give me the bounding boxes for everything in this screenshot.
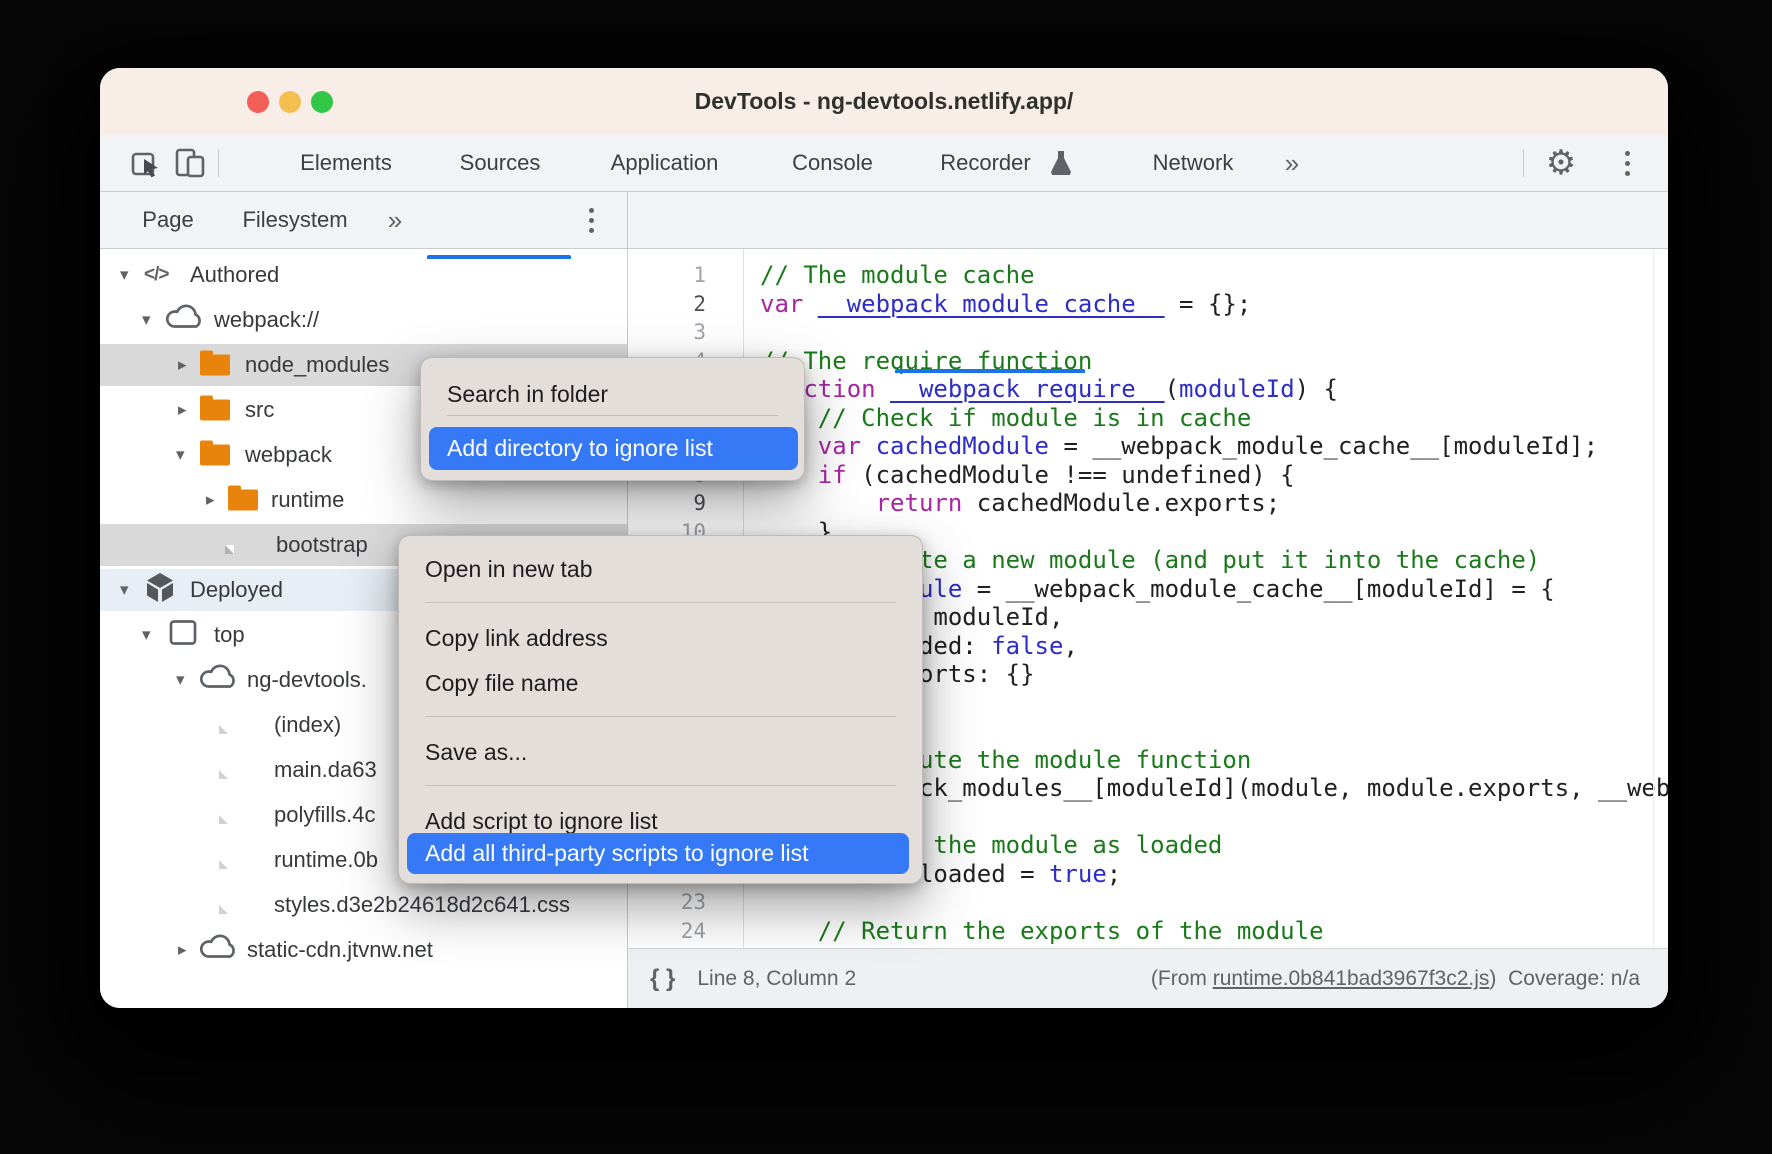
toolbar-separator xyxy=(1523,149,1524,177)
device-toolbar-icon[interactable] xyxy=(170,135,210,191)
menu-item-search-in-folder[interactable]: Search in folder xyxy=(447,374,778,414)
chevron-down-icon[interactable]: ▾ xyxy=(176,445,185,465)
tab-elements[interactable]: Elements xyxy=(289,135,403,191)
frame-icon xyxy=(168,619,198,652)
chevron-down-icon[interactable]: ▾ xyxy=(142,310,151,330)
cloud-icon xyxy=(198,934,240,967)
menu-separator xyxy=(425,716,896,717)
chevron-right-icon[interactable]: ▸ xyxy=(178,355,187,375)
bootstrap-active-underline xyxy=(895,369,1085,373)
menu-separator xyxy=(425,602,896,603)
folder-icon xyxy=(200,355,230,376)
tab-application[interactable]: Application xyxy=(598,135,731,191)
editor-status-bar: { } Line 8, Column 2 (From runtime.0b841… xyxy=(628,948,1668,1008)
toolbar-separator xyxy=(218,149,219,177)
folder-icon xyxy=(200,445,230,466)
main-toolbar: Elements Sources Application Console Rec… xyxy=(100,135,1668,192)
tree-item-runtime[interactable]: ▸ runtime xyxy=(100,479,627,521)
coverage-status: Coverage: n/a xyxy=(1508,967,1640,991)
tree-item-styles-css[interactable]: styles.d3e2b24618d2c641.css xyxy=(100,884,627,926)
chevron-right-icon[interactable]: ▸ xyxy=(178,400,187,420)
sources-active-underline xyxy=(427,255,571,259)
file-context-menu: Open in new tab Copy link address Copy f… xyxy=(398,535,923,884)
deployed-cube-icon xyxy=(144,571,176,609)
menu-item-add-all-third-party-scripts[interactable]: Add all third-party scripts to ignore li… xyxy=(407,833,909,874)
sourcemap-from-suffix: ) xyxy=(1489,967,1496,991)
cloud-icon xyxy=(198,664,240,697)
folder-context-menu: Search in folder Add directory to ignore… xyxy=(420,357,805,481)
tree-item-webpack-origin[interactable]: ▾ webpack:// xyxy=(100,299,627,341)
tab-network[interactable]: Network xyxy=(1143,135,1243,191)
menu-separator xyxy=(447,415,778,416)
sourcemap-file-link[interactable]: runtime.0b841bad3967f3c2.js xyxy=(1213,967,1490,991)
kebab-menu-icon[interactable] xyxy=(1608,135,1646,191)
secondary-toolbar: Page Filesystem » common.mjs bootstrap × xyxy=(100,192,1668,249)
chevron-down-icon[interactable]: ▾ xyxy=(120,265,129,285)
menu-item-save-as[interactable]: Save as... xyxy=(425,732,896,772)
more-panels-button[interactable]: » xyxy=(378,192,412,248)
chevron-down-icon[interactable]: ▾ xyxy=(142,625,151,645)
devtools-window: DevTools - ng-devtools.netlify.app/ Elem… xyxy=(100,68,1668,1008)
folder-icon xyxy=(228,490,258,511)
cursor-position: Line 8, Column 2 xyxy=(697,967,856,991)
menu-item-open-in-new-tab[interactable]: Open in new tab xyxy=(425,549,896,589)
tab-filesystem[interactable]: Filesystem xyxy=(235,192,355,248)
tree-item-static-cdn[interactable]: ▸ static-cdn.jtvnw.net xyxy=(100,929,627,971)
settings-gear-icon[interactable]: ⚙ xyxy=(1540,135,1582,191)
menu-item-copy-file-name[interactable]: Copy file name xyxy=(425,663,896,703)
menu-item-copy-link-address[interactable]: Copy link address xyxy=(425,618,896,658)
tab-page[interactable]: Page xyxy=(140,192,196,248)
chevron-down-icon[interactable]: ▾ xyxy=(120,580,129,600)
chevron-down-icon[interactable]: ▾ xyxy=(176,670,185,690)
chevron-right-icon[interactable]: ▸ xyxy=(206,490,215,510)
menu-item-add-directory-to-ignore-list[interactable]: Add directory to ignore list xyxy=(429,427,798,470)
tree-item-authored[interactable]: ▾ </> Authored xyxy=(100,254,627,296)
sourcemap-from-prefix: (From xyxy=(1151,967,1213,991)
cloud-icon xyxy=(164,304,206,337)
inspect-icon[interactable] xyxy=(126,135,166,191)
source-code-icon: </> xyxy=(144,264,168,286)
editor-scrollbar[interactable] xyxy=(1653,249,1654,948)
titlebar: DevTools - ng-devtools.netlify.app/ xyxy=(100,68,1668,135)
pretty-print-icon[interactable]: { } xyxy=(650,965,675,993)
screenshot-stage: DevTools - ng-devtools.netlify.app/ Elem… xyxy=(0,0,1772,1154)
window-title: DevTools - ng-devtools.netlify.app/ xyxy=(100,68,1668,135)
flask-icon xyxy=(1046,135,1076,191)
more-tabs-button[interactable]: » xyxy=(1275,135,1309,191)
folder-icon xyxy=(200,400,230,421)
tab-console[interactable]: Console xyxy=(785,135,880,191)
navigator-kebab-menu-icon[interactable] xyxy=(572,192,610,248)
tab-sources[interactable]: Sources xyxy=(455,135,545,191)
tab-recorder[interactable]: Recorder xyxy=(933,135,1038,191)
chevron-right-icon[interactable]: ▸ xyxy=(178,940,187,960)
menu-separator xyxy=(425,785,896,786)
